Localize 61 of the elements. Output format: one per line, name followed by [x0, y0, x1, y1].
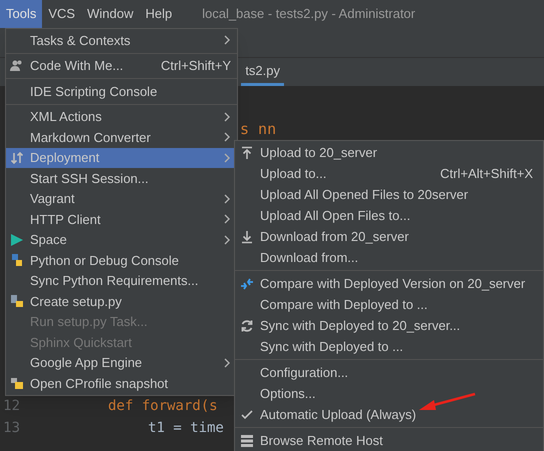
menu-bar-item[interactable]: Help: [139, 0, 178, 28]
menu-item[interactable]: Download from...: [235, 247, 543, 268]
menu-item[interactable]: Vagrant: [6, 188, 237, 209]
menu-item[interactable]: HTTP Client: [6, 209, 237, 230]
window-title: local_base - tests2.py - Administrator: [202, 5, 416, 24]
menu-item[interactable]: Compare with Deployed to ...: [235, 294, 543, 315]
code-line: t1 = time: [148, 418, 224, 438]
menu-item[interactable]: Space: [6, 230, 237, 250]
python-file-icon: [10, 294, 24, 308]
menu-item[interactable]: Start SSH Session...: [6, 168, 237, 188]
shortcut-label: Ctrl+Alt+Shift+X: [440, 164, 533, 183]
chevron-right-icon: [224, 358, 231, 368]
menu-item[interactable]: Python or Debug Console: [6, 250, 237, 270]
menu-bar-item[interactable]: Tools: [0, 0, 42, 28]
chevron-right-icon: [224, 35, 231, 46]
python-icon: [10, 253, 24, 268]
menu-item[interactable]: Tasks & Contexts: [6, 30, 237, 50]
upload-icon: [240, 146, 254, 160]
compare-arrows-icon: [240, 276, 254, 290]
menu-item[interactable]: Upload All Opened Files to 20server: [235, 184, 543, 205]
triangle-logo-icon: [10, 232, 24, 247]
menu-item[interactable]: Configuration...: [235, 362, 543, 383]
menu-item[interactable]: Code With Me... Ctrl+Shift+Y: [6, 56, 237, 76]
menu-item[interactable]: Markdown Converter: [6, 127, 237, 148]
menu-bar-item[interactable]: Window: [81, 0, 140, 28]
up-down-arrows-icon: [10, 150, 24, 165]
menu-item[interactable]: Sync with Deployed to ...: [235, 336, 543, 357]
code-line: def forward(s: [108, 396, 218, 416]
menu-item[interactable]: IDE Scripting Console: [6, 81, 237, 102]
menu-item[interactable]: Upload All Open Files to...: [235, 205, 543, 226]
sync-icon: [240, 318, 254, 332]
people-icon: [10, 58, 24, 73]
server-list-icon: [240, 434, 254, 448]
python-snapshot-icon: [10, 376, 24, 390]
menu-item[interactable]: Google App Engine: [6, 352, 237, 373]
menu-bar-item[interactable]: VCS: [42, 0, 82, 28]
menu-item[interactable]: Open CProfile snapshot: [6, 373, 237, 394]
menu-item[interactable]: Upload to 20_server: [235, 142, 543, 163]
download-icon: [240, 230, 254, 244]
chevron-right-icon: [224, 112, 231, 122]
menu-item[interactable]: XML Actions: [6, 106, 237, 127]
menu-item[interactable]: Sync Python Requirements...: [6, 270, 237, 291]
shortcut-label: Ctrl+Shift+Y: [160, 57, 231, 75]
chevron-right-icon: [224, 194, 231, 204]
menu-item[interactable]: Download from 20_server: [235, 226, 543, 247]
menu-item[interactable]: Upload to... Ctrl+Alt+Shift+X: [235, 163, 543, 184]
menu-item[interactable]: Options...: [235, 383, 543, 404]
chevron-right-icon: [224, 234, 231, 245]
chevron-right-icon: [224, 214, 231, 224]
menu-item[interactable]: Sync with Deployed to 20_server...: [235, 315, 543, 336]
chevron-right-icon: [224, 132, 231, 142]
line-number: 12: [2, 396, 20, 416]
chevron-right-icon: [224, 152, 231, 163]
line-number: 13: [2, 418, 20, 438]
code-line: s nn: [240, 120, 276, 138]
menu-item[interactable]: Automatic Upload (Always): [235, 404, 543, 425]
menu-item[interactable]: Browse Remote Host: [235, 430, 543, 451]
menu-item[interactable]: Create setup.py: [6, 291, 237, 312]
editor-tab[interactable]: ts2.py: [241, 58, 284, 86]
menu-item[interactable]: Compare with Deployed Version on 20_server: [235, 273, 543, 294]
checkmark-icon: [240, 408, 254, 422]
